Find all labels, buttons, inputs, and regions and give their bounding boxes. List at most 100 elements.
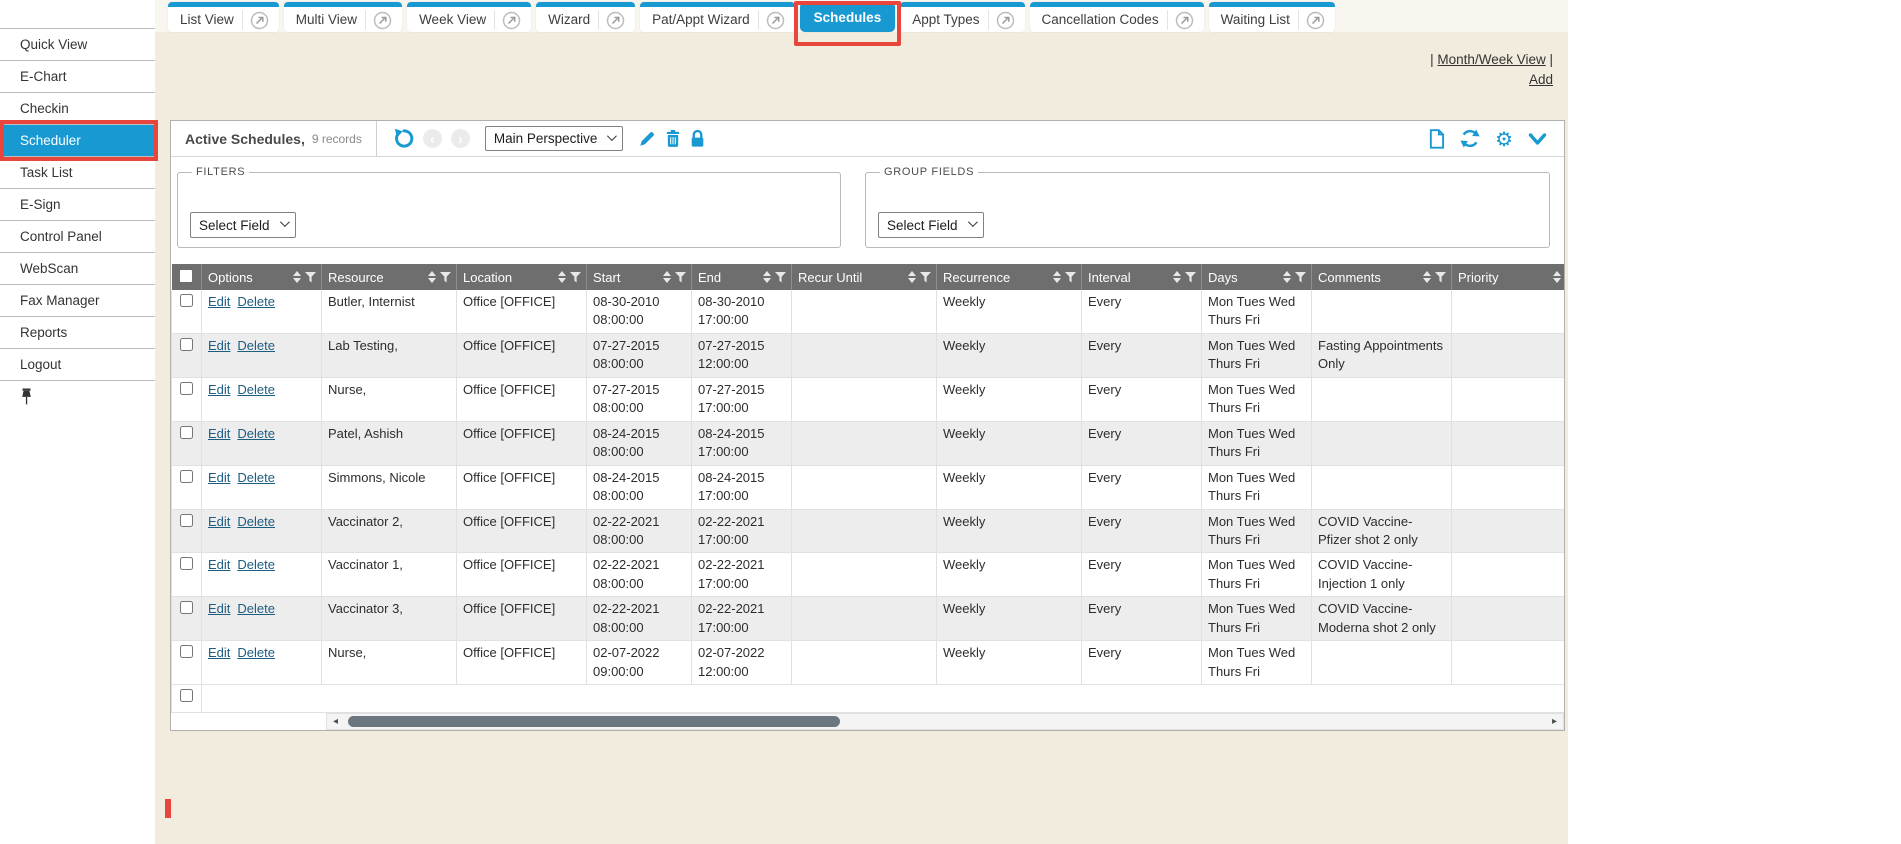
tab-wizard[interactable]: Wizard xyxy=(536,2,635,32)
sort-icon[interactable] xyxy=(1053,271,1061,283)
tab-schedules[interactable]: Schedules xyxy=(800,2,896,32)
perspective-select[interactable]: Main Perspective xyxy=(485,126,624,151)
sidebar-item-e-sign[interactable]: E-Sign xyxy=(0,188,155,220)
add-link[interactable]: Add xyxy=(1529,72,1553,87)
delete-link[interactable]: Delete xyxy=(237,470,275,485)
sidebar-item-scheduler[interactable]: Scheduler xyxy=(0,124,155,156)
edit-link[interactable]: Edit xyxy=(208,645,230,660)
sort-icon[interactable] xyxy=(293,271,301,283)
gear-icon[interactable]: ⚙ xyxy=(1495,129,1513,149)
sidebar-item-task-list[interactable]: Task List xyxy=(0,156,155,188)
group-field-select[interactable]: Select Field xyxy=(878,212,984,238)
delete-link[interactable]: Delete xyxy=(237,557,275,572)
tab-multi-view[interactable]: Multi View xyxy=(284,2,402,32)
scrollbar-thumb[interactable] xyxy=(348,716,840,727)
popout-icon[interactable] xyxy=(242,10,271,30)
sidebar-item-webscan[interactable]: WebScan xyxy=(0,252,155,284)
edit-link[interactable]: Edit xyxy=(208,382,230,397)
filter-funnel-icon[interactable] xyxy=(1065,272,1076,283)
filter-funnel-icon[interactable] xyxy=(920,272,931,283)
sort-icon[interactable] xyxy=(428,271,436,283)
sort-icon[interactable] xyxy=(558,271,566,283)
tab-waiting-list[interactable]: Waiting List xyxy=(1209,2,1335,32)
sort-icon[interactable] xyxy=(908,271,916,283)
edit-link[interactable]: Edit xyxy=(208,470,230,485)
sidebar-item-control-panel[interactable]: Control Panel xyxy=(0,220,155,252)
popout-icon[interactable] xyxy=(365,10,394,30)
select-all-checkbox[interactable] xyxy=(180,270,192,282)
horizontal-scrollbar[interactable]: ◂ ▸ xyxy=(326,713,1564,730)
row-checkbox[interactable] xyxy=(180,645,193,658)
month-week-view-link[interactable]: Month/Week View xyxy=(1437,52,1545,67)
sidebar-item-e-chart[interactable]: E-Chart xyxy=(0,60,155,92)
filter-funnel-icon[interactable] xyxy=(1295,272,1306,283)
filter-funnel-icon[interactable] xyxy=(1185,272,1196,283)
lock-icon[interactable] xyxy=(690,129,705,148)
popout-icon[interactable] xyxy=(494,10,523,30)
popout-icon[interactable] xyxy=(758,10,787,30)
tab-appt-types[interactable]: Appt Types xyxy=(900,2,1024,32)
scrollbar-track[interactable] xyxy=(344,714,1546,729)
sort-icon[interactable] xyxy=(1553,271,1561,283)
filter-funnel-icon[interactable] xyxy=(675,272,686,283)
tab-pat-appt-wizard[interactable]: Pat/Appt Wizard xyxy=(640,2,795,32)
filter-funnel-icon[interactable] xyxy=(440,272,451,283)
filter-funnel-icon[interactable] xyxy=(775,272,786,283)
row-checkbox[interactable] xyxy=(180,557,193,570)
row-checkbox[interactable] xyxy=(180,601,193,614)
delete-link[interactable]: Delete xyxy=(237,426,275,441)
tab-cancellation-codes[interactable]: Cancellation Codes xyxy=(1030,2,1204,32)
row-checkbox[interactable] xyxy=(180,689,193,702)
popout-icon[interactable] xyxy=(1298,10,1327,30)
prev-icon[interactable]: ‹ xyxy=(423,129,442,148)
pushpin-icon[interactable] xyxy=(20,388,33,405)
edit-link[interactable]: Edit xyxy=(208,426,230,441)
edit-link[interactable]: Edit xyxy=(208,601,230,616)
edit-link[interactable]: Edit xyxy=(208,514,230,529)
refresh-icon[interactable] xyxy=(1460,129,1480,148)
edit-pencil-icon[interactable] xyxy=(638,130,656,148)
popout-icon[interactable] xyxy=(1167,10,1196,30)
popout-icon[interactable] xyxy=(598,10,627,30)
row-checkbox[interactable] xyxy=(180,338,193,351)
row-checkbox[interactable] xyxy=(180,470,193,483)
sort-icon[interactable] xyxy=(1283,271,1291,283)
filters-field-select[interactable]: Select Field xyxy=(190,212,296,238)
scroll-left-arrow[interactable]: ◂ xyxy=(327,714,344,729)
filter-funnel-icon[interactable] xyxy=(305,272,316,283)
filter-funnel-icon[interactable] xyxy=(1435,272,1446,283)
sort-icon[interactable] xyxy=(663,271,671,283)
row-checkbox[interactable] xyxy=(180,426,193,439)
sidebar-item-fax-manager[interactable]: Fax Manager xyxy=(0,284,155,316)
delete-link[interactable]: Delete xyxy=(237,294,275,309)
document-icon[interactable] xyxy=(1428,129,1445,149)
delete-link[interactable]: Delete xyxy=(237,601,275,616)
collapse-chevron-icon[interactable] xyxy=(1528,132,1547,146)
popout-icon[interactable] xyxy=(988,10,1017,30)
scroll-right-arrow[interactable]: ▸ xyxy=(1546,714,1563,729)
sort-icon[interactable] xyxy=(1173,271,1181,283)
trash-icon[interactable] xyxy=(665,129,681,148)
sidebar-item-checkin[interactable]: Checkin xyxy=(0,92,155,124)
edit-link[interactable]: Edit xyxy=(208,338,230,353)
recur-until-cell xyxy=(792,377,937,421)
row-checkbox[interactable] xyxy=(180,514,193,527)
delete-link[interactable]: Delete xyxy=(237,514,275,529)
delete-link[interactable]: Delete xyxy=(237,645,275,660)
row-checkbox[interactable] xyxy=(180,382,193,395)
sidebar-item-logout[interactable]: Logout xyxy=(0,348,155,380)
next-icon[interactable]: › xyxy=(451,129,470,148)
sort-icon[interactable] xyxy=(1423,271,1431,283)
delete-link[interactable]: Delete xyxy=(237,338,275,353)
filter-funnel-icon[interactable] xyxy=(570,272,581,283)
sidebar-item-reports[interactable]: Reports xyxy=(0,316,155,348)
delete-link[interactable]: Delete xyxy=(237,382,275,397)
tab-list-view[interactable]: List View xyxy=(168,2,279,32)
sort-icon[interactable] xyxy=(763,271,771,283)
sidebar-item-quick-view[interactable]: Quick View xyxy=(0,28,155,60)
undo-icon[interactable] xyxy=(393,128,414,149)
edit-link[interactable]: Edit xyxy=(208,294,230,309)
edit-link[interactable]: Edit xyxy=(208,557,230,572)
tab-week-view[interactable]: Week View xyxy=(407,2,531,32)
row-checkbox[interactable] xyxy=(180,294,193,307)
